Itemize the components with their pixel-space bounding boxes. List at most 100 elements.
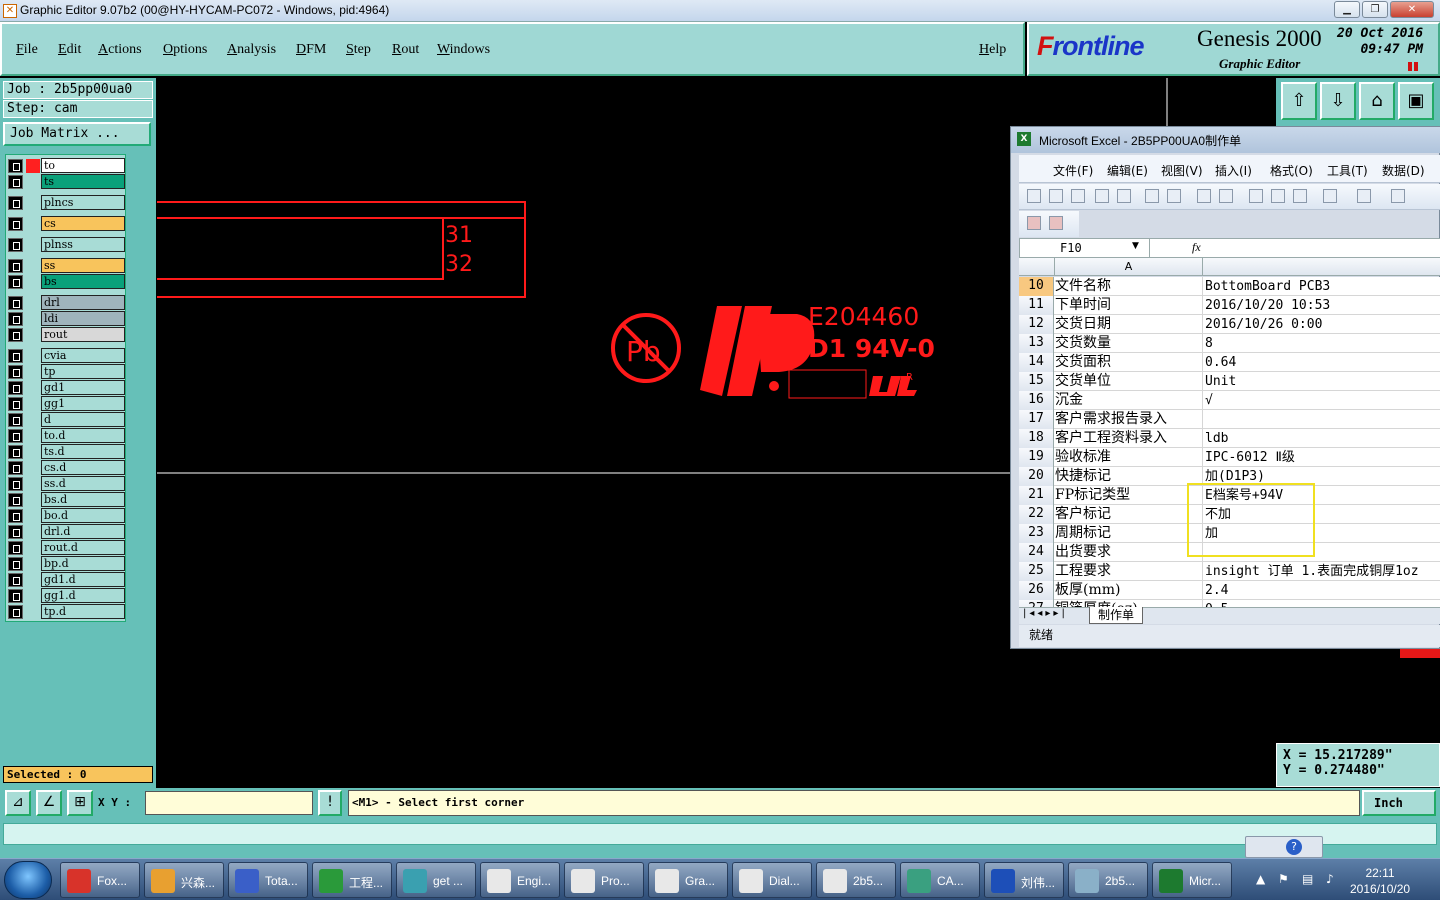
layer-row-tp[interactable]: tp bbox=[6, 364, 127, 380]
layer-name[interactable]: tp bbox=[41, 364, 125, 379]
layer-checkbox[interactable] bbox=[8, 445, 23, 459]
layer-name[interactable]: bo.d bbox=[41, 508, 125, 523]
layer-name[interactable]: ts.d bbox=[41, 444, 125, 459]
layer-row-gd1[interactable]: gd1 bbox=[6, 380, 127, 396]
layer-name[interactable]: plncs bbox=[41, 195, 125, 210]
row-number[interactable]: 17 bbox=[1019, 410, 1054, 429]
layer-checkbox[interactable] bbox=[8, 217, 23, 231]
layer-row-ldi[interactable]: ldi bbox=[6, 311, 127, 327]
taskbar-item[interactable]: Dial... bbox=[732, 862, 812, 898]
cell-label[interactable]: FP标记类型 bbox=[1054, 486, 1203, 505]
cell-label[interactable]: 客户工程资料录入 bbox=[1054, 429, 1203, 448]
layer-name[interactable]: rout bbox=[41, 327, 125, 342]
row-number[interactable]: 13 bbox=[1019, 334, 1054, 353]
layer-checkbox[interactable] bbox=[8, 275, 23, 289]
cell-label[interactable]: 交货面积 bbox=[1054, 353, 1203, 372]
menu-rout[interactable]: Rout bbox=[392, 42, 419, 58]
layer-row-bs[interactable]: bs bbox=[6, 274, 127, 290]
layer-name[interactable]: cs.d bbox=[41, 460, 125, 475]
cell-label[interactable]: 客户需求报告录入 bbox=[1054, 410, 1203, 429]
layer-row-ss-d[interactable]: ss.d bbox=[6, 476, 127, 492]
cell-label[interactable]: 出货要求 bbox=[1054, 543, 1203, 562]
layer-name[interactable]: tp.d bbox=[41, 604, 125, 619]
layer-checkbox[interactable] bbox=[8, 477, 23, 491]
show-hidden-icons[interactable]: ▲ bbox=[1256, 872, 1265, 886]
cell-value[interactable]: 0.5 bbox=[1203, 600, 1440, 607]
layer-name[interactable]: ss.d bbox=[41, 476, 125, 491]
open-file-icon[interactable] bbox=[1049, 189, 1063, 203]
taskbar-item[interactable]: 兴森... bbox=[144, 862, 224, 898]
cell-label[interactable]: 快捷标记 bbox=[1054, 467, 1203, 486]
layer-row-cvia[interactable]: cvia bbox=[6, 348, 127, 364]
layer-row-cs-d[interactable]: cs.d bbox=[6, 460, 127, 476]
spreadsheet-grid[interactable]: 10 文件名称 BottomBoard PCB3 11 下单时间 2016/10/20 1… bbox=[1019, 277, 1440, 607]
pdf-mail-icon[interactable] bbox=[1049, 216, 1063, 230]
taskbar-item[interactable]: CA... bbox=[900, 862, 980, 898]
cell-value[interactable]: Unit bbox=[1203, 372, 1440, 391]
layer-row-gg1[interactable]: gg1 bbox=[6, 396, 127, 412]
row-number[interactable]: 25 bbox=[1019, 562, 1054, 581]
units-button[interactable]: Inch bbox=[1362, 790, 1436, 816]
row-number[interactable]: 11 bbox=[1019, 296, 1054, 315]
taskbar-item[interactable]: get ... bbox=[396, 862, 476, 898]
taskbar-item[interactable]: Gra... bbox=[648, 862, 728, 898]
layer-checkbox[interactable] bbox=[8, 541, 23, 555]
language-bar[interactable]: ? bbox=[1245, 836, 1323, 858]
row-number[interactable]: 23 bbox=[1019, 524, 1054, 543]
minimize-button[interactable]: ▁ bbox=[1334, 1, 1360, 18]
cell-value[interactable]: √ bbox=[1203, 391, 1440, 410]
save-view-button[interactable]: ⇩ bbox=[1320, 82, 1356, 120]
undo-icon[interactable] bbox=[1357, 189, 1371, 203]
taskbar-item[interactable]: Pro... bbox=[564, 862, 644, 898]
save-icon[interactable] bbox=[1071, 189, 1085, 203]
excel-menu-format[interactable]: 格式(O) bbox=[1270, 162, 1313, 179]
cell-value[interactable]: 2.4 bbox=[1203, 581, 1440, 600]
cell-label[interactable]: 交货日期 bbox=[1054, 315, 1203, 334]
layer-row-plncs[interactable]: plncs bbox=[6, 195, 127, 211]
row-number[interactable]: 18 bbox=[1019, 429, 1054, 448]
layer-row-to[interactable]: to bbox=[6, 158, 127, 174]
cell-label[interactable]: 客户标记 bbox=[1054, 505, 1203, 524]
cell-label[interactable]: 交货单位 bbox=[1054, 372, 1203, 391]
email-icon[interactable] bbox=[1117, 189, 1131, 203]
layer-name[interactable]: gd1 bbox=[41, 380, 125, 395]
layer-row-bp-d[interactable]: bp.d bbox=[6, 556, 127, 572]
menu-options[interactable]: Options bbox=[163, 42, 207, 58]
layer-name[interactable]: cvia bbox=[41, 348, 125, 363]
name-box-dropdown-icon[interactable]: ▼ bbox=[1132, 241, 1139, 251]
row-number[interactable]: 10 bbox=[1019, 277, 1054, 296]
research-icon[interactable] bbox=[1219, 189, 1233, 203]
excel-menu-data[interactable]: 数据(D) bbox=[1382, 162, 1425, 179]
copy-icon[interactable] bbox=[1271, 189, 1285, 203]
cell-label[interactable]: 文件名称 bbox=[1054, 277, 1203, 296]
layer-name[interactable]: gg1.d bbox=[41, 588, 125, 603]
layer-name[interactable]: drl.d bbox=[41, 524, 125, 539]
menu-help[interactable]: Help bbox=[979, 42, 1006, 58]
print-icon[interactable] bbox=[1145, 189, 1159, 203]
fx-icon[interactable]: fx bbox=[1192, 240, 1201, 255]
redo-icon[interactable] bbox=[1391, 189, 1405, 203]
cell-label[interactable]: 工程要求 bbox=[1054, 562, 1203, 581]
row-number[interactable]: 21 bbox=[1019, 486, 1054, 505]
cell-label[interactable]: 下单时间 bbox=[1054, 296, 1203, 315]
layer-name[interactable]: gg1 bbox=[41, 396, 125, 411]
layer-name[interactable]: bp.d bbox=[41, 556, 125, 571]
layout-button[interactable]: ▣ bbox=[1398, 82, 1434, 120]
row-number[interactable]: 20 bbox=[1019, 467, 1054, 486]
layer-name[interactable]: to.d bbox=[41, 428, 125, 443]
cell-value[interactable]: 0.64 bbox=[1203, 353, 1440, 372]
layer-checkbox[interactable] bbox=[8, 557, 23, 571]
cut-icon[interactable] bbox=[1249, 189, 1263, 203]
menu-step[interactable]: Step bbox=[346, 42, 371, 58]
new-file-icon[interactable] bbox=[1027, 189, 1041, 203]
layer-row-bs-d[interactable]: bs.d bbox=[6, 492, 127, 508]
close-button[interactable]: ✕ bbox=[1390, 1, 1434, 18]
layer-name[interactable]: ss bbox=[41, 258, 125, 273]
print-preview-icon[interactable] bbox=[1167, 189, 1181, 203]
layer-checkbox[interactable] bbox=[8, 159, 23, 173]
layer-checkbox[interactable] bbox=[8, 312, 23, 326]
menu-dfm[interactable]: DFM bbox=[296, 42, 326, 58]
cell-value[interactable]: IPC-6012 Ⅱ级 bbox=[1203, 448, 1440, 467]
excel-menu-file[interactable]: 文件(F) bbox=[1053, 162, 1093, 179]
taskbar-item[interactable]: Tota... bbox=[228, 862, 308, 898]
